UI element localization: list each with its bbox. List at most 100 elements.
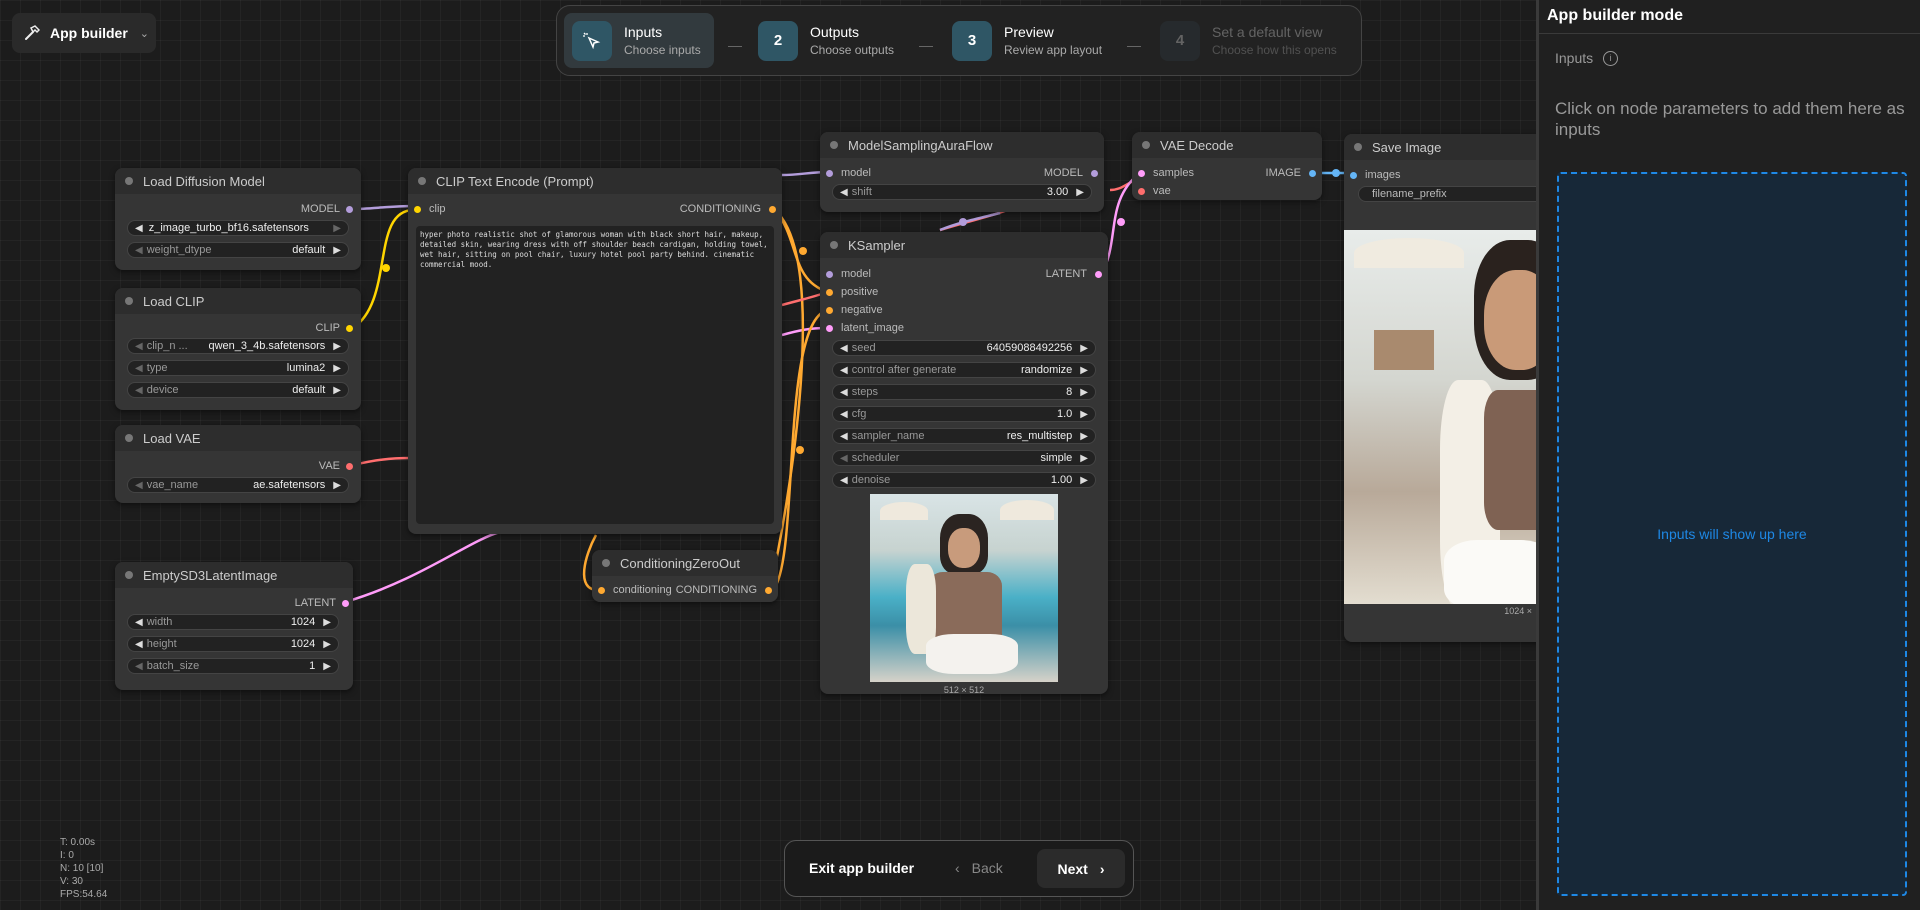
back-button[interactable]: ‹ Back xyxy=(955,860,1003,876)
next-button[interactable]: Next › xyxy=(1037,849,1125,888)
output-pin-latent[interactable] xyxy=(342,599,349,607)
node-clip-text-encode[interactable]: CLIP Text Encode (Prompt) clip CONDITION… xyxy=(408,168,782,534)
right-arrow-icon[interactable]: ▶ xyxy=(333,223,341,234)
output-pin-model[interactable] xyxy=(1091,169,1098,177)
output-pin-image[interactable] xyxy=(1309,169,1316,177)
left-arrow-icon[interactable]: ◀ xyxy=(135,223,143,234)
device-combo[interactable]: ◀ device default ▶ xyxy=(127,382,349,398)
cfg-stepper[interactable]: ◀ cfg 1.0 ▶ xyxy=(832,406,1096,422)
left-arrow-icon[interactable]: ◀ xyxy=(840,187,848,198)
right-arrow-icon[interactable]: ▶ xyxy=(323,639,331,650)
input-pin-model[interactable] xyxy=(826,270,833,278)
left-arrow-icon[interactable]: ◀ xyxy=(135,617,143,628)
right-arrow-icon[interactable]: ▶ xyxy=(323,661,331,672)
right-arrow-icon[interactable]: ▶ xyxy=(1080,453,1088,464)
input-pin-positive[interactable] xyxy=(826,288,833,296)
left-arrow-icon[interactable]: ◀ xyxy=(135,341,143,352)
node-vae-decode[interactable]: VAE Decode samples IMAGE vae xyxy=(1132,132,1322,200)
right-arrow-icon[interactable]: ▶ xyxy=(1080,365,1088,376)
right-arrow-icon[interactable]: ▶ xyxy=(333,480,341,491)
type-value: lumina2 xyxy=(286,362,326,374)
step-default-view[interactable]: 4 Set a default view Choose how this open… xyxy=(1160,13,1337,68)
left-arrow-icon[interactable]: ◀ xyxy=(840,343,848,354)
output-pin-model[interactable] xyxy=(346,205,353,213)
node-status-dot xyxy=(830,241,838,249)
output-pin-conditioning[interactable] xyxy=(769,205,776,213)
node-load-diffusion-model[interactable]: Load Diffusion Model MODEL ◀ z_image_turb… xyxy=(115,168,361,270)
left-arrow-icon[interactable]: ◀ xyxy=(135,639,143,650)
node-save-image[interactable]: Save Image images filename_prefix 1024 × xyxy=(1344,134,1536,642)
node-empty-sd3-latent-image[interactable]: EmptySD3LatentImage LATENT ◀ width 1024 ▶ ◀… xyxy=(115,562,353,690)
step-inputs[interactable]: Inputs Choose inputs xyxy=(564,13,714,68)
info-icon[interactable]: i xyxy=(1603,50,1619,66)
right-arrow-icon[interactable]: ▶ xyxy=(1080,475,1088,486)
input-pin-conditioning[interactable] xyxy=(598,586,605,594)
right-arrow-icon[interactable]: ▶ xyxy=(333,245,341,256)
scheduler-combo[interactable]: ◀ scheduler simple ▶ xyxy=(832,450,1096,466)
sampler-name-combo[interactable]: ◀ sampler_name res_multistep ▶ xyxy=(832,428,1096,444)
output-pin-conditioning[interactable] xyxy=(765,586,772,594)
right-arrow-icon[interactable]: ▶ xyxy=(333,385,341,396)
left-arrow-icon[interactable]: ◀ xyxy=(840,453,848,464)
left-arrow-icon[interactable]: ◀ xyxy=(135,363,143,374)
left-arrow-icon[interactable]: ◀ xyxy=(840,431,848,442)
right-arrow-icon[interactable]: ▶ xyxy=(1080,409,1088,420)
input-pin-vae[interactable] xyxy=(1138,187,1145,195)
node-ksampler[interactable]: KSampler model LATENT positive negative … xyxy=(820,232,1108,695)
right-arrow-icon[interactable]: ▶ xyxy=(1080,387,1088,398)
weight-dtype-combo[interactable]: ◀ weight_dtype default ▶ xyxy=(127,242,349,258)
left-arrow-icon[interactable]: ◀ xyxy=(840,475,848,486)
exit-app-builder-button[interactable]: Exit app builder xyxy=(809,860,914,876)
left-arrow-icon[interactable]: ◀ xyxy=(135,480,143,491)
left-arrow-icon[interactable]: ◀ xyxy=(840,365,848,376)
control-after-generate-combo[interactable]: ◀ control after generate randomize ▶ xyxy=(832,362,1096,378)
left-arrow-icon[interactable]: ◀ xyxy=(840,387,848,398)
node-canvas[interactable]: Load Diffusion Model MODEL ◀ z_image_turb… xyxy=(0,0,1536,910)
inputs-drop-zone[interactable]: Inputs will show up here xyxy=(1557,172,1907,896)
step-preview[interactable]: 3 Preview Review app layout xyxy=(952,13,1102,68)
left-arrow-icon[interactable]: ◀ xyxy=(135,385,143,396)
step-outputs[interactable]: 2 Outputs Choose outputs xyxy=(758,13,894,68)
scheduler-value: simple xyxy=(1040,452,1073,464)
output-pin-clip[interactable] xyxy=(346,324,353,332)
steps-stepper[interactable]: ◀ steps 8 ▶ xyxy=(832,384,1096,400)
shift-stepper[interactable]: ◀ shift 3.00 ▶ xyxy=(832,184,1092,200)
inputs-placeholder: Inputs will show up here xyxy=(1657,526,1807,542)
right-arrow-icon[interactable]: ▶ xyxy=(333,341,341,352)
app-builder-menu-button[interactable]: App builder ⌄ xyxy=(12,13,156,53)
node-model-sampling-auraflow[interactable]: ModelSamplingAuraFlow model MODEL ◀ shift… xyxy=(820,132,1104,212)
input-pin-model[interactable] xyxy=(826,169,833,177)
control-after-generate-value: randomize xyxy=(1020,364,1073,376)
widget-label: width xyxy=(146,616,173,628)
type-combo[interactable]: ◀ type lumina2 ▶ xyxy=(127,360,349,376)
output-label-vae: VAE xyxy=(318,460,340,472)
height-stepper[interactable]: ◀ height 1024 ▶ xyxy=(127,636,339,652)
filename-prefix-field[interactable]: filename_prefix xyxy=(1358,186,1536,202)
vae-name-combo[interactable]: ◀ vae_name ae.safetensors ▶ xyxy=(127,477,349,493)
right-arrow-icon[interactable]: ▶ xyxy=(1076,187,1084,198)
output-pin-vae[interactable] xyxy=(346,462,353,470)
right-arrow-icon[interactable]: ▶ xyxy=(333,363,341,374)
right-arrow-icon[interactable]: ▶ xyxy=(323,617,331,628)
unet-name-combo[interactable]: ◀ z_image_turbo_bf16.safetensors ▶ xyxy=(127,220,349,236)
right-arrow-icon[interactable]: ▶ xyxy=(1080,431,1088,442)
clip-name-combo[interactable]: ◀ clip_n ... qwen_3_4b.safetensors ▶ xyxy=(127,338,349,354)
input-pin-negative[interactable] xyxy=(826,306,833,314)
output-pin-latent[interactable] xyxy=(1095,270,1102,278)
node-conditioning-zero-out[interactable]: ConditioningZeroOut conditioning CONDITI… xyxy=(592,550,778,602)
prompt-textarea[interactable]: hyper photo realistic shot of glamorous … xyxy=(416,226,774,524)
input-pin-images[interactable] xyxy=(1350,171,1357,179)
left-arrow-icon[interactable]: ◀ xyxy=(135,245,143,256)
node-load-clip[interactable]: Load CLIP CLIP ◀ clip_n ... qwen_3_4b.safe… xyxy=(115,288,361,410)
right-arrow-icon[interactable]: ▶ xyxy=(1080,343,1088,354)
denoise-stepper[interactable]: ◀ denoise 1.00 ▶ xyxy=(832,472,1096,488)
width-stepper[interactable]: ◀ width 1024 ▶ xyxy=(127,614,339,630)
input-pin-clip[interactable] xyxy=(414,205,421,213)
left-arrow-icon[interactable]: ◀ xyxy=(840,409,848,420)
seed-stepper[interactable]: ◀ seed 64059088492256 ▶ xyxy=(832,340,1096,356)
input-pin-samples[interactable] xyxy=(1138,169,1145,177)
batch-size-stepper[interactable]: ◀ batch_size 1 ▶ xyxy=(127,658,339,674)
input-pin-latent-image[interactable] xyxy=(826,324,833,332)
left-arrow-icon[interactable]: ◀ xyxy=(135,661,143,672)
node-load-vae[interactable]: Load VAE VAE ◀ vae_name ae.safetensors ▶ xyxy=(115,425,361,503)
